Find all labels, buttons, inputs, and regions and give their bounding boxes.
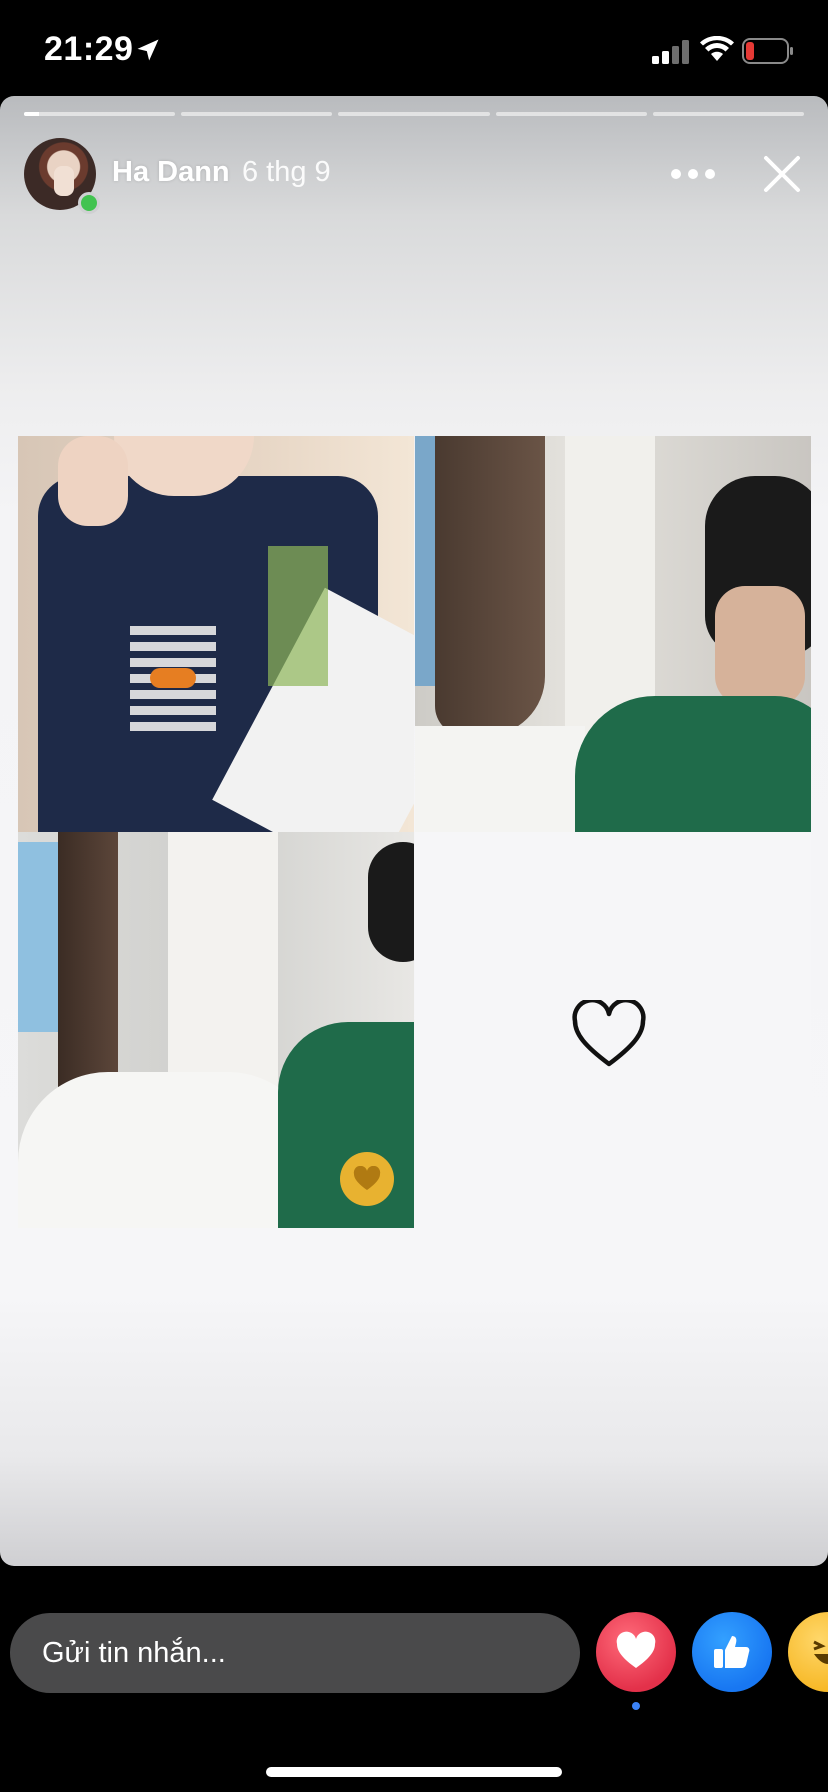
location-arrow-icon [137,39,159,61]
haha-reaction-button[interactable] [788,1612,828,1692]
home-indicator[interactable] [266,1767,562,1777]
more-options-icon[interactable] [668,162,718,186]
online-status-dot [78,192,100,214]
like-reaction-button[interactable] [692,1612,772,1692]
love-icon [616,1631,656,1668]
collage-photo-1 [18,436,414,832]
love-reaction-button[interactable] [596,1612,676,1692]
haha-icon [813,1640,828,1664]
status-bar: 21:29 [0,0,828,96]
story-viewer[interactable]: Ha Dann 6 thg 9 [0,96,828,1566]
message-placeholder: Gửi tin nhắn... [42,1637,226,1669]
collage-photo-2 [415,436,811,832]
story-reply-bar: Gửi tin nhắn... [0,1566,828,1792]
progress-segment-5 [652,112,805,116]
photo-collage [18,436,811,1228]
post-date: 6 thg 9 [242,156,331,188]
author-name[interactable]: Ha Dann [112,156,230,189]
battery-low-icon [742,38,793,64]
progress-segment-3 [338,112,490,116]
story-header: Ha Dann 6 thg 9 [24,138,804,214]
heart-icon [353,1166,381,1190]
message-input[interactable]: Gửi tin nhắn... [10,1613,580,1693]
heart-outline-icon [572,1000,646,1067]
collage-photo-3 [18,832,414,1228]
progress-segment-1 [24,112,176,116]
like-icon [714,1636,750,1668]
progress-segment-2 [181,112,333,116]
wifi-icon [700,36,734,61]
progress-segment-4 [495,112,647,116]
gold-heart-sticker [340,1152,394,1206]
story-progress-bar [24,112,805,116]
close-icon[interactable] [760,152,804,196]
selected-reaction-indicator [632,1702,640,1710]
status-time: 21:29 [44,30,134,68]
collage-empty-cell [415,832,811,1228]
cellular-signal-icon [652,40,689,64]
